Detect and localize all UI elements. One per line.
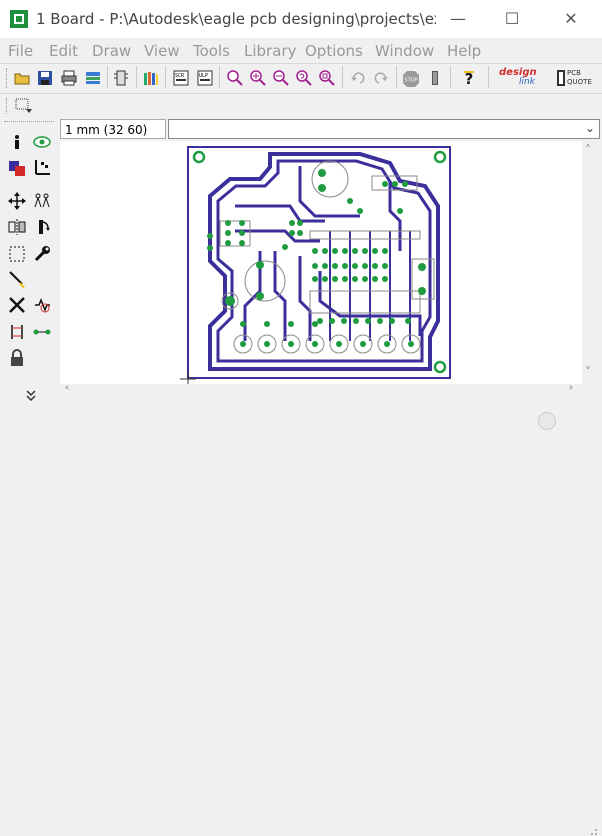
menu-edit[interactable]: Edit	[49, 42, 78, 60]
zoom-in-icon[interactable]	[250, 70, 266, 86]
change-wrench-icon[interactable]	[33, 245, 51, 263]
pcb-quote-bottom: QUOTE	[567, 78, 592, 86]
menu-window[interactable]: Window	[375, 42, 434, 60]
menu-library[interactable]: Library	[244, 42, 296, 60]
library-icon[interactable]	[143, 70, 159, 86]
trace	[298, 256, 312, 341]
mark-icon[interactable]	[33, 159, 51, 177]
command-line-input[interactable]: ⌄	[168, 119, 600, 139]
scroll-down-icon[interactable]: ˅	[585, 365, 591, 379]
stop-icon[interactable]: STOP	[402, 70, 420, 88]
menu-draw[interactable]: Draw	[92, 42, 131, 60]
scroll-up-icon[interactable]: ˄	[585, 143, 591, 157]
rotate-icon[interactable]	[33, 218, 51, 236]
mirror-icon[interactable]	[8, 218, 26, 236]
status-bar	[0, 402, 602, 835]
designlink-sub: link	[519, 77, 535, 87]
horizontal-scrollbar[interactable]: ˂ ˃	[60, 384, 582, 402]
menu-help[interactable]: Help	[447, 42, 481, 60]
secondary-toolbar	[0, 93, 602, 118]
trace	[235, 229, 320, 243]
designlink-icon[interactable]: design link	[499, 67, 543, 91]
svg-text:ULP: ULP	[199, 73, 208, 79]
resize-grip-icon	[591, 829, 597, 835]
pad-group	[207, 169, 426, 347]
trace	[298, 166, 360, 218]
vertical-scrollbar[interactable]: ˄ ˅	[582, 141, 600, 384]
add-part-icon[interactable]	[33, 296, 51, 314]
print-icon[interactable]	[61, 70, 77, 86]
resistor-block-outline	[309, 290, 421, 314]
ulp-icon[interactable]: ULP	[197, 70, 213, 86]
menu-options[interactable]: Options	[305, 42, 363, 60]
zoom-fit-icon[interactable]	[227, 70, 243, 86]
menu-bar: File Edit Draw View Tools Library Option…	[0, 38, 602, 62]
zoom-out-icon[interactable]	[273, 70, 289, 86]
minimize-button[interactable]: —	[447, 8, 469, 30]
select-area-icon[interactable]	[8, 245, 26, 263]
pcb-quote-top: PCB	[567, 69, 581, 77]
mounting-hole	[433, 150, 447, 164]
maximize-button[interactable]: ☐	[501, 8, 523, 30]
trace	[388, 181, 402, 251]
scroll-right-icon[interactable]: ˃	[568, 385, 574, 399]
replace-icon[interactable]	[8, 323, 26, 341]
grid-options-icon[interactable]	[15, 98, 33, 114]
menu-file[interactable]: File	[8, 42, 33, 60]
menu-tools[interactable]: Tools	[193, 42, 230, 60]
lock-icon[interactable]	[8, 349, 26, 367]
eye-show-icon[interactable]	[33, 133, 51, 151]
group-icon[interactable]	[33, 192, 51, 210]
capacitor-outline	[244, 260, 286, 302]
chevron-down-icon[interactable]: ⌄	[585, 121, 595, 135]
mounting-hole	[433, 360, 447, 374]
close-button[interactable]: ✕	[560, 8, 582, 30]
eagle-app-icon	[10, 10, 28, 28]
pcb-layout[interactable]	[60, 141, 582, 384]
pcb-quote-icon[interactable]: PCB QUOTE	[557, 68, 592, 90]
open-icon[interactable]	[14, 70, 30, 86]
save-icon[interactable]	[37, 70, 53, 86]
zoom-select-icon[interactable]	[319, 70, 335, 86]
go-icon[interactable]	[427, 70, 443, 86]
led-outlines	[233, 334, 421, 354]
display-layers-icon[interactable]	[8, 159, 26, 177]
coordinate-display: 1 mm (32 60)	[60, 119, 166, 139]
board-canvas[interactable]	[60, 141, 582, 384]
export-icon[interactable]	[113, 70, 129, 86]
paste-icon[interactable]	[8, 270, 26, 288]
help-icon[interactable]: ?	[461, 70, 477, 86]
swap-icon[interactable]	[33, 323, 51, 341]
stop-label: STOP	[404, 78, 417, 84]
undo-icon[interactable]	[350, 70, 366, 86]
status-indicator-icon	[538, 412, 556, 430]
redo-icon[interactable]	[373, 70, 389, 86]
ic-outline	[219, 220, 251, 247]
info-icon[interactable]	[8, 133, 26, 151]
title-bar: 1 Board - P:\Autodesk\eagle pcb designin…	[0, 0, 602, 38]
cam-icon[interactable]	[85, 70, 101, 86]
capacitor-outline	[311, 160, 349, 198]
mounting-hole	[192, 150, 206, 164]
window-title: 1 Board - P:\Autodesk\eagle pcb designin…	[36, 10, 436, 28]
delete-icon[interactable]	[8, 296, 26, 314]
menu-view[interactable]: View	[144, 42, 180, 60]
move-icon[interactable]	[8, 192, 26, 210]
resistor-array-outline	[309, 230, 421, 240]
script-icon[interactable]: SCR	[173, 70, 189, 86]
scroll-left-icon[interactable]: ˂	[64, 385, 70, 399]
svg-text:SCR: SCR	[175, 73, 185, 79]
zoom-redraw-icon[interactable]	[296, 70, 312, 86]
